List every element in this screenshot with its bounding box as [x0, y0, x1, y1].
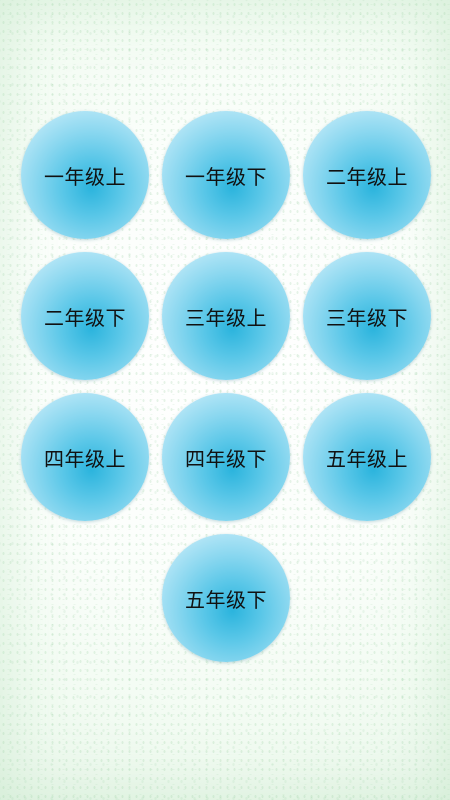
grade-button-4-upper[interactable]: 四年级上: [21, 393, 149, 521]
grade-button-label: 二年级下: [44, 305, 126, 330]
grade-button-5-upper[interactable]: 五年级上: [303, 393, 431, 521]
grade-button-5-lower[interactable]: 五年级下: [162, 534, 290, 662]
grade-button-label: 一年级下: [185, 164, 267, 189]
grade-button-4-lower[interactable]: 四年级下: [162, 393, 290, 521]
grade-button-label: 五年级下: [185, 587, 267, 612]
grade-button-label: 四年级下: [185, 446, 267, 471]
grade-button-2-upper[interactable]: 二年级上: [303, 111, 431, 239]
grade-button-1-lower[interactable]: 一年级下: [162, 111, 290, 239]
grade-button-3-upper[interactable]: 三年级上: [162, 252, 290, 380]
grade-button-2-lower[interactable]: 二年级下: [21, 252, 149, 380]
grade-button-3-lower[interactable]: 三年级下: [303, 252, 431, 380]
grade-button-1-upper[interactable]: 一年级上: [21, 111, 149, 239]
grade-button-label: 四年级上: [44, 446, 126, 471]
grade-button-label: 一年级上: [44, 164, 126, 189]
grade-button-label: 二年级上: [326, 164, 408, 189]
grade-selection-grid: 一年级上 一年级下 二年级上 二年级下 三年级上 三年级下 四年级上 四年级下 …: [21, 111, 431, 662]
grade-button-label: 五年级上: [326, 446, 408, 471]
grade-button-label: 三年级上: [185, 305, 267, 330]
grade-button-label: 三年级下: [326, 305, 408, 330]
